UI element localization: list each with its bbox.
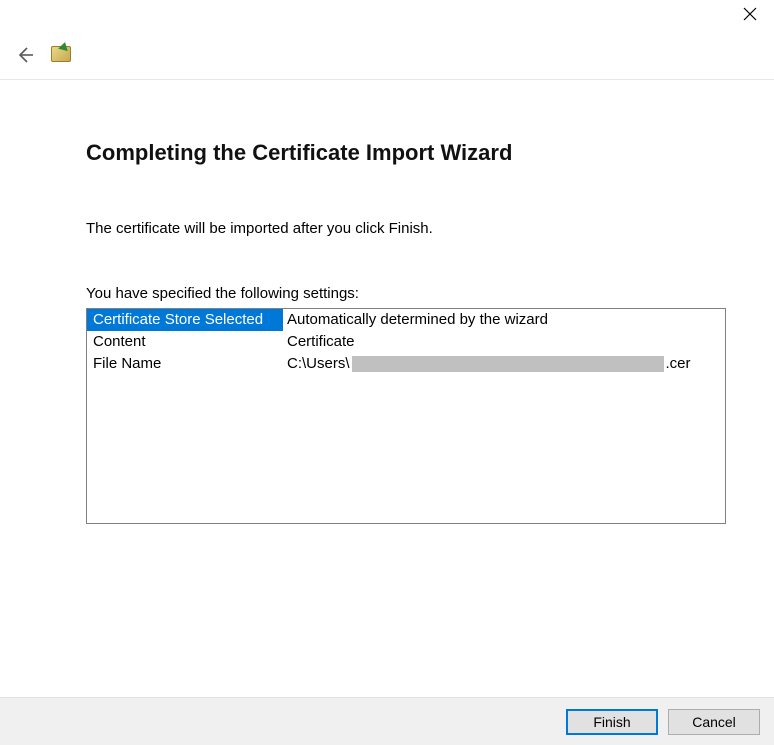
footer: Finish Cancel — [0, 697, 774, 745]
close-button[interactable] — [740, 4, 760, 24]
settings-row-content[interactable]: Content Certificate — [87, 331, 725, 353]
settings-label: You have specified the following setting… — [86, 285, 714, 302]
settings-value: C:\Users\ .cer — [283, 353, 725, 375]
navbar — [0, 30, 774, 80]
cancel-button[interactable]: Cancel — [668, 709, 760, 735]
settings-listview[interactable]: Certificate Store Selected Automatically… — [86, 308, 726, 524]
filepath-suffix: .cer — [666, 353, 691, 375]
wizard-content: Completing the Certificate Import Wizard… — [0, 80, 774, 524]
close-icon — [743, 7, 757, 21]
finish-button[interactable]: Finish — [566, 709, 658, 735]
settings-key: Content — [87, 331, 283, 353]
wizard-icon — [50, 43, 74, 67]
filepath-prefix: C:\Users\ — [287, 353, 350, 375]
page-title: Completing the Certificate Import Wizard — [86, 140, 714, 166]
settings-key: Certificate Store Selected — [87, 309, 283, 331]
back-arrow-icon — [15, 45, 35, 65]
redacted-segment — [352, 356, 664, 372]
settings-row-filename[interactable]: File Name C:\Users\ .cer — [87, 353, 725, 375]
intro-text: The certificate will be imported after y… — [86, 220, 714, 237]
settings-value: Certificate — [283, 331, 725, 353]
titlebar — [0, 0, 774, 30]
back-button[interactable] — [14, 44, 36, 66]
settings-key: File Name — [87, 353, 283, 375]
settings-value: Automatically determined by the wizard — [283, 309, 725, 331]
settings-row-store[interactable]: Certificate Store Selected Automatically… — [87, 309, 725, 331]
